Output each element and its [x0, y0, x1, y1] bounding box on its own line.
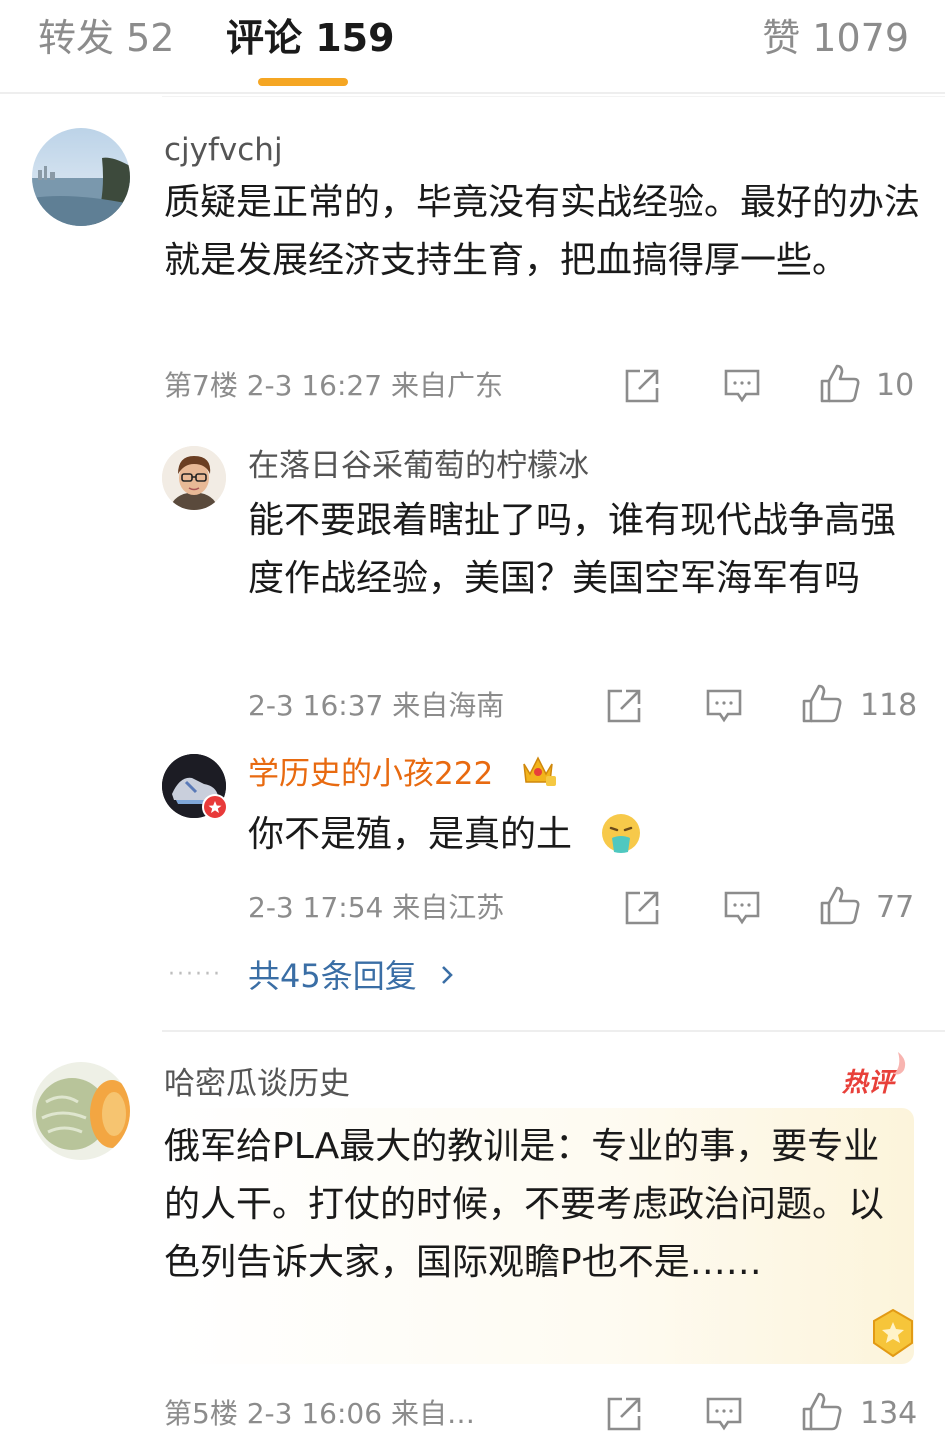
comment-reply-icon[interactable] [722, 888, 762, 932]
tabs-divider [0, 92, 945, 94]
reply-meta: 2-3 17:54 来自江苏 [248, 891, 505, 924]
tab-repost[interactable]: 转发 52 [38, 14, 174, 62]
chevron-right-icon [439, 956, 455, 996]
landscape-avatar-icon[interactable] [32, 128, 130, 226]
comment-meta: 第7楼 2-3 16:27 来自广东 [164, 369, 503, 402]
hot-comment-badge: 热评 [842, 1068, 895, 1098]
comment-username[interactable]: cjyfvchj [164, 130, 283, 170]
reply-username[interactable]: 学历史的小孩222 [248, 754, 493, 794]
share-icon[interactable] [604, 1394, 644, 1438]
reply-meta: 2-3 16:37 来自海南 [248, 689, 505, 722]
replies-dots: ······ [168, 962, 222, 987]
like-count: 134 [860, 1396, 918, 1431]
share-icon[interactable] [622, 888, 662, 932]
flame-decoration-icon [888, 1050, 910, 1082]
comment-divider [162, 1030, 945, 1032]
vomit-face-emoji-icon [600, 812, 642, 858]
comment-reply-icon[interactable] [704, 686, 744, 730]
view-all-replies-link[interactable]: 共45条回复 [248, 956, 455, 996]
comment-text: 质疑是正常的，毕竟没有实战经验。最好的办法就是发展经济支持生育，把血搞得厚一些。 [164, 182, 921, 281]
like-thumb-icon[interactable] [818, 884, 862, 932]
reply-username[interactable]: 在落日谷采葡萄的柠檬冰 [248, 446, 589, 486]
reply-text: 你不是殖，是真的土 [248, 814, 573, 855]
comment-reply-icon[interactable] [722, 366, 762, 410]
tab-comments[interactable]: 评论 159 [226, 14, 395, 62]
like-thumb-icon[interactable] [800, 682, 844, 730]
active-tab-indicator [258, 78, 348, 86]
like-thumb-icon[interactable] [818, 362, 862, 410]
comment-tabs: 转发 52 评论 159 赞 1079 [0, 0, 945, 92]
comment-reply-icon[interactable] [704, 1394, 744, 1438]
vip-badge-icon [202, 794, 228, 820]
tabs-divider-light [162, 96, 945, 97]
like-thumb-icon[interactable] [800, 1390, 844, 1438]
share-icon[interactable] [604, 686, 644, 730]
crown-badge-icon [518, 750, 558, 794]
replies-link-label: 共45条回复 [248, 957, 417, 995]
like-count: 118 [860, 688, 918, 723]
reply-text: 能不要跟着瞎扯了吗，谁有现代战争高强度作战经验，美国？美国空军海军有吗 [248, 500, 897, 599]
cartoon-man-avatar-icon[interactable] [162, 446, 226, 510]
comment-username[interactable]: 哈密瓜谈历史 [164, 1064, 350, 1104]
medal-badge-icon [866, 1306, 920, 1364]
like-count: 77 [876, 890, 915, 925]
comment-meta: 第5楼 2-3 16:06 来自… [164, 1397, 475, 1430]
comment-text: 俄军给PLA最大的教训是：专业的事，要专业的人干。打仗的时候，不要考虑政治问题。… [164, 1126, 885, 1283]
tab-likes[interactable]: 赞 1079 [762, 14, 909, 62]
share-icon[interactable] [622, 366, 662, 410]
like-count: 10 [876, 368, 915, 403]
melon-avatar-icon[interactable] [32, 1062, 130, 1160]
